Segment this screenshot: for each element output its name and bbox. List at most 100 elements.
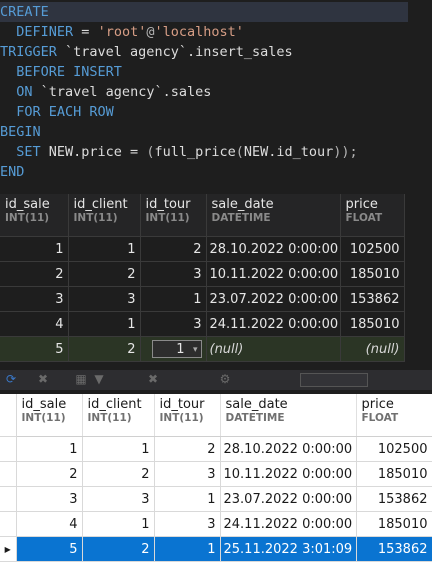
cell-price[interactable]: 102500 [356,436,432,462]
table-row[interactable]: 3 3 1 23.07.2022 0:00:00 153862 [0,486,432,512]
sales-grid-after[interactable]: id_sale INT(11) id_client INT(11) id_tour I… [0,394,432,562]
table-row[interactable]: 3 3 1 23.07.2022 0:00:00 153862 [0,286,405,312]
cell-id-sale[interactable]: 4 [16,511,83,537]
cell-sale-date[interactable]: 24.11.2022 0:00:00 [220,511,357,537]
cell-id-tour[interactable]: 1 [154,536,221,562]
column-header-sale-date[interactable]: sale_date DATETIME [220,394,357,437]
cell-id-tour[interactable]: 3 [154,461,221,487]
column-header-price[interactable]: price FLOAT [340,194,405,237]
filter-cancel-icon[interactable]: ✖ [146,372,160,386]
row-header [0,461,17,487]
cell-sale-date[interactable]: 28.10.2022 0:00:00 [206,236,341,262]
row-header [0,436,17,462]
column-header-id-client[interactable]: id_client INT(11) [82,394,155,437]
new-row[interactable]: 5 2 1 ▾ (null) (null) [0,336,405,362]
table-row[interactable]: 4 1 3 24.11.2022 0:00:00 185010 [0,311,405,337]
table-row[interactable]: 2 2 3 10.11.2022 0:00:00 185010 [0,261,405,287]
sales-grid-before[interactable]: id_sale INT(11) id_client INT(11) id_tour I… [0,194,405,362]
table-row[interactable]: 1 1 2 28.10.2022 0:00:00 102500 [0,436,432,462]
cell-editor-input[interactable]: 1 ▾ [151,340,202,359]
code-line[interactable]: BEGIN [0,122,41,142]
column-name: id_sale [21,397,67,412]
cell-id-tour[interactable]: 3 [140,261,207,287]
code-line[interactable]: BEFORE INSERT [0,62,122,82]
cell-sale-date[interactable]: 24.11.2022 0:00:00 [206,311,341,337]
cell-price[interactable]: 153862 [356,536,432,562]
cell-price[interactable]: (null) [340,336,405,362]
cell-id-tour[interactable]: 2 [140,236,207,262]
grid-icon[interactable]: ▦ [74,372,88,386]
cell-id-sale[interactable]: 3 [0,286,69,312]
code-line[interactable]: CREATE [0,2,408,22]
filter-icon[interactable]: ▼ [92,372,106,386]
sql-keyword: ON [16,84,33,100]
cell-sale-date[interactable]: 23.07.2022 0:00:00 [220,486,357,512]
cell-id-client[interactable]: 1 [68,236,141,262]
cell-price[interactable]: 102500 [340,236,405,262]
cell-price[interactable]: 185010 [340,261,405,287]
code-line[interactable]: FOR EACH ROW [0,102,114,122]
cell-id-client[interactable]: 1 [68,311,141,337]
cell-sale-date[interactable]: 23.07.2022 0:00:00 [206,286,341,312]
cell-sale-date[interactable]: 28.10.2022 0:00:00 [220,436,357,462]
column-name: sale_date [225,397,288,412]
cell-id-client[interactable]: 3 [82,486,155,512]
toolbar-search-box[interactable] [300,373,368,387]
column-header-id-tour[interactable]: id_tour INT(11) [140,194,207,237]
cell-id-sale[interactable]: 1 [0,236,69,262]
cell-sale-date[interactable]: 25.11.2022 3:01:09 [220,536,357,562]
cell-id-tour[interactable]: 1 ▾ [140,336,207,362]
chevron-down-icon[interactable]: ▾ [193,341,198,359]
cell-id-sale[interactable]: 2 [0,261,69,287]
table-row[interactable]: 4 1 3 24.11.2022 0:00:00 185010 [0,511,432,537]
cell-id-tour[interactable]: 3 [140,311,207,337]
table-row[interactable]: ▶ 5 2 1 25.11.2022 3:01:09 153862 [0,536,432,562]
table-row[interactable]: 1 1 2 28.10.2022 0:00:00 102500 [0,236,405,262]
cell-price[interactable]: 185010 [356,511,432,537]
cell-id-client[interactable]: 2 [68,336,141,362]
cell-price[interactable]: 185010 [340,311,405,337]
cell-id-sale[interactable]: 4 [0,311,69,337]
code-line[interactable]: DEFINER = 'root'@'localhost' [0,22,244,42]
column-type: INT(11) [73,212,118,224]
column-header-sale-date[interactable]: sale_date DATETIME [206,194,341,237]
grid-header-row: id_sale INT(11) id_client INT(11) id_tour I… [0,394,432,437]
cell-price[interactable]: 153862 [356,486,432,512]
cell-sale-date[interactable]: (null) [206,336,341,362]
column-name: id_tour [159,397,205,412]
cell-price[interactable]: 153862 [340,286,405,312]
cell-id-tour[interactable]: 1 [140,286,207,312]
cell-id-sale[interactable]: 2 [16,461,83,487]
code-line[interactable]: ON `travel agency`.sales [0,82,211,102]
cell-id-tour[interactable]: 3 [154,511,221,537]
cell-sale-date[interactable]: 10.11.2022 0:00:00 [206,261,341,287]
cell-id-client[interactable]: 1 [82,511,155,537]
settings-icon[interactable]: ⚙ [218,372,232,386]
sql-editor[interactable]: CREATE DEFINER = 'root'@'localhost' TRIGG… [0,0,432,186]
column-header-id-tour[interactable]: id_tour INT(11) [154,394,221,437]
cancel-icon[interactable]: ✖ [36,372,50,386]
cell-id-client[interactable]: 3 [68,286,141,312]
cell-id-sale[interactable]: 1 [16,436,83,462]
code-line[interactable]: TRIGGER `travel agency`.insert_sales [0,42,293,62]
column-type: DATETIME [211,212,271,224]
cell-id-client[interactable]: 2 [82,461,155,487]
code-line[interactable]: SET NEW.price = (full_price(NEW.id_tour)… [0,142,357,162]
cell-id-tour[interactable]: 1 [154,486,221,512]
column-header-id-client[interactable]: id_client INT(11) [68,194,141,237]
cell-sale-date[interactable]: 10.11.2022 0:00:00 [220,461,357,487]
cell-id-sale[interactable]: 5 [0,336,69,362]
column-header-price[interactable]: price FLOAT [356,394,432,437]
cell-id-client[interactable]: 2 [68,261,141,287]
column-header-id-sale[interactable]: id_sale INT(11) [16,394,83,437]
cell-id-sale[interactable]: 3 [16,486,83,512]
refresh-icon[interactable]: ⟳ [4,372,18,386]
cell-id-client[interactable]: 2 [82,536,155,562]
cell-id-tour[interactable]: 2 [154,436,221,462]
table-row[interactable]: 2 2 3 10.11.2022 0:00:00 185010 [0,461,432,487]
cell-price[interactable]: 185010 [356,461,432,487]
cell-id-client[interactable]: 1 [82,436,155,462]
code-line[interactable]: END [0,162,24,182]
column-header-id-sale[interactable]: id_sale INT(11) [0,194,69,237]
cell-id-sale[interactable]: 5 [16,536,83,562]
